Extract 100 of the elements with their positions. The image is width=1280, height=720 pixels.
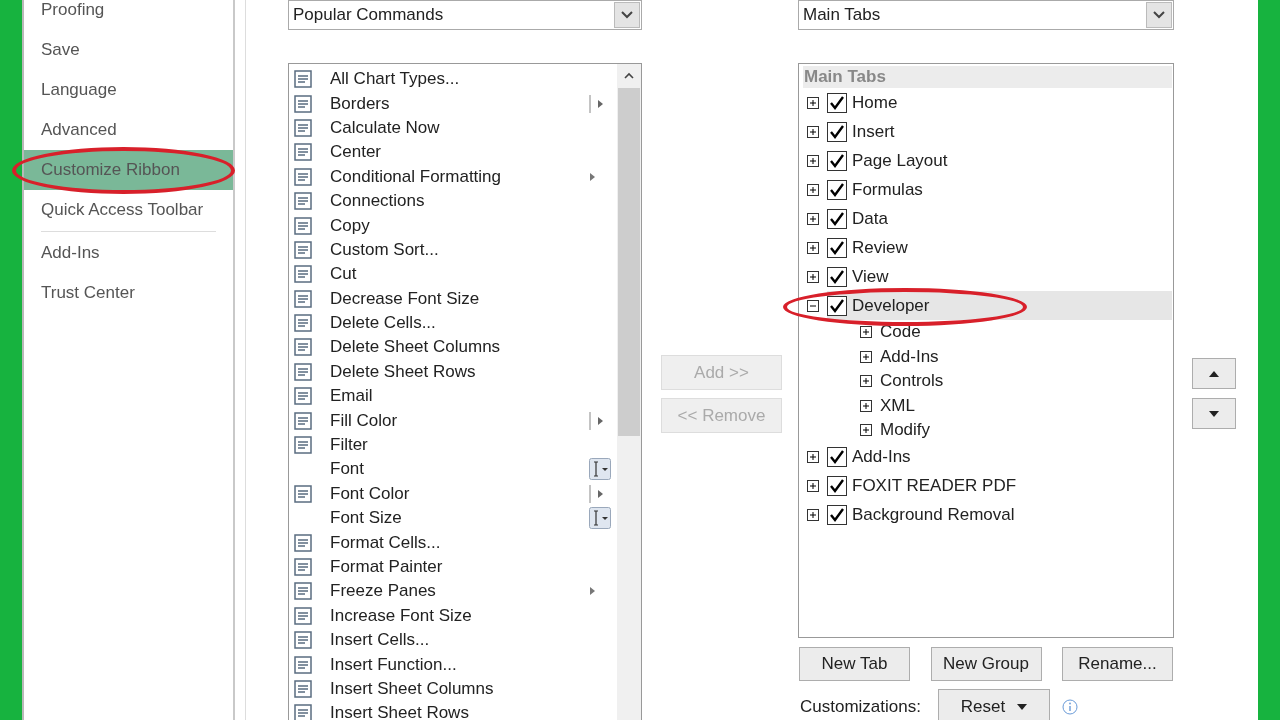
checkbox[interactable] <box>827 447 847 467</box>
scroll-thumb[interactable] <box>618 88 640 436</box>
tree-label: XML <box>880 395 915 416</box>
expand-icon[interactable] <box>860 375 872 388</box>
command-item[interactable]: Font Color <box>289 481 617 507</box>
tree-item[interactable]: XML <box>803 393 1172 418</box>
tree-item[interactable]: Page Layout <box>803 146 1172 175</box>
expand-icon[interactable] <box>807 212 819 225</box>
command-item[interactable]: Increase Font Size <box>289 603 617 628</box>
tab-action-button[interactable]: New Tab <box>799 647 910 681</box>
command-item[interactable]: Cut <box>289 262 617 287</box>
tree-item[interactable]: Code <box>803 320 1172 345</box>
checkbox[interactable] <box>827 266 847 287</box>
expand-icon[interactable] <box>807 480 819 492</box>
expand-icon[interactable] <box>860 424 872 437</box>
expand-icon[interactable] <box>807 241 819 254</box>
checkbox[interactable] <box>827 505 847 525</box>
chevron-down-icon <box>614 2 640 28</box>
tree-item[interactable]: Home <box>803 88 1172 117</box>
collapse-icon[interactable] <box>807 299 819 312</box>
command-item[interactable]: Format Cells... <box>289 530 617 555</box>
sidebar-item[interactable]: Add-Ins <box>24 233 233 273</box>
command-item[interactable]: Freeze Panes <box>289 579 617 604</box>
tree-item[interactable]: Formulas <box>803 175 1172 204</box>
command-item[interactable]: Conditional Formatting <box>289 164 617 189</box>
info-icon <box>1061 699 1078 715</box>
command-item[interactable]: Insert Sheet Rows <box>289 701 617 720</box>
command-item[interactable]: Decrease Font Size <box>289 286 617 311</box>
checkbox[interactable] <box>827 179 847 200</box>
command-item[interactable]: Copy <box>289 213 617 238</box>
sidebar-item[interactable]: Proofing <box>24 0 233 30</box>
tree-item[interactable]: Controls <box>803 369 1172 394</box>
tree-label: Data <box>852 208 888 229</box>
expand-icon[interactable] <box>807 125 819 138</box>
command-item[interactable]: All Chart Types... <box>289 67 617 92</box>
commands-dropdown[interactable]: Popular Commands <box>288 0 642 30</box>
sidebar-item[interactable]: Language <box>24 70 233 110</box>
tree-label: Review <box>852 237 908 258</box>
expand-icon[interactable] <box>807 270 819 283</box>
tree-label: View <box>852 266 889 287</box>
expand-icon[interactable] <box>860 350 872 363</box>
tree-item[interactable]: View <box>803 262 1172 291</box>
command-item[interactable]: Delete Cells... <box>289 310 617 336</box>
checkbox[interactable] <box>827 295 847 316</box>
move-up-button[interactable] <box>1192 358 1236 389</box>
caret-icon <box>1017 704 1028 710</box>
command-item[interactable]: Insert Function... <box>289 652 617 677</box>
tree-item[interactable]: Data <box>803 204 1172 233</box>
expand-icon[interactable] <box>807 183 819 196</box>
checkbox[interactable] <box>827 476 847 496</box>
checkbox[interactable] <box>827 92 847 113</box>
command-item[interactable]: Borders <box>289 91 617 116</box>
sidebar-item[interactable]: Advanced <box>24 110 233 150</box>
up-triangle-icon <box>1209 370 1219 377</box>
tree-item[interactable]: Background Removal <box>803 500 1172 530</box>
tree-item[interactable]: Add-Ins <box>803 344 1172 369</box>
command-item[interactable]: Connections <box>289 188 617 214</box>
expand-icon[interactable] <box>860 399 872 412</box>
command-item[interactable]: Delete Sheet Rows <box>289 359 617 385</box>
tab-action-button[interactable]: Rename... <box>1062 647 1173 681</box>
checkbox[interactable] <box>827 150 847 171</box>
tree-label: Add-Ins <box>852 447 911 467</box>
tree-item[interactable]: Review <box>803 233 1172 262</box>
expand-icon[interactable] <box>860 326 872 339</box>
command-item[interactable]: Center <box>289 140 617 165</box>
command-item[interactable]: Calculate Now <box>289 115 617 141</box>
expand-icon[interactable] <box>807 509 819 521</box>
command-item[interactable]: Font <box>289 457 617 482</box>
tree-item[interactable]: Insert <box>803 117 1172 146</box>
tree-label: Home <box>852 92 898 113</box>
reset-button[interactable]: Reset <box>937 689 1050 720</box>
tree-item[interactable]: Modify <box>803 418 1172 443</box>
tree-label: FOXIT READER PDF <box>852 476 1017 496</box>
move-down-button[interactable] <box>1192 398 1236 429</box>
tree-label: Formulas <box>852 179 923 200</box>
sidebar-item[interactable]: Trust Center <box>24 273 233 313</box>
tab-action-button[interactable]: New Group <box>930 647 1042 681</box>
command-item[interactable]: Filter <box>289 432 617 458</box>
checkbox[interactable] <box>827 121 847 142</box>
sidebar-item[interactable]: Save <box>24 30 233 70</box>
scrollbar[interactable] <box>617 64 641 720</box>
command-item[interactable]: Custom Sort... <box>289 237 617 263</box>
checkbox[interactable] <box>827 208 847 229</box>
expand-icon[interactable] <box>807 451 819 463</box>
sidebar-item[interactable]: Quick Access Toolbar <box>24 190 233 230</box>
tabs-dropdown[interactable]: Main Tabs <box>798 0 1174 30</box>
expand-icon[interactable] <box>807 96 819 109</box>
command-item[interactable]: Insert Sheet Columns <box>289 676 617 702</box>
command-item[interactable]: Email <box>289 384 617 409</box>
tree-item[interactable]: Add-Ins <box>803 442 1172 472</box>
command-item[interactable]: Insert Cells... <box>289 628 617 653</box>
command-item[interactable]: Format Painter <box>289 554 617 580</box>
command-item[interactable]: Font Size <box>289 506 617 531</box>
command-item[interactable]: Fill Color <box>289 408 617 433</box>
checkbox[interactable] <box>827 237 847 258</box>
customizations-label: Customizations: <box>800 697 921 717</box>
scroll-up-icon[interactable] <box>623 72 635 80</box>
expand-icon[interactable] <box>807 154 819 167</box>
command-item[interactable]: Delete Sheet Columns <box>289 335 617 360</box>
tree-item[interactable]: FOXIT READER PDF <box>803 471 1172 501</box>
